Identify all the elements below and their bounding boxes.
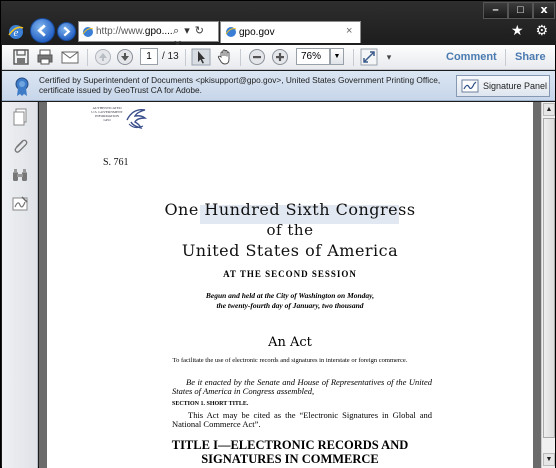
pages-panel-icon[interactable] xyxy=(11,108,29,126)
address-url: http://www.gpo.... xyxy=(96,26,173,37)
browser-window: – □ x e http://www.gpo.... ⌕ ▾ ↻ ✕ xyxy=(0,0,556,468)
begun-line-1: Begun and held at the City of Washington… xyxy=(205,291,375,300)
scroll-up-button[interactable]: ▲ xyxy=(543,103,555,116)
begun-line-2: the twenty-fourth day of January, two th… xyxy=(216,301,364,310)
toolbar-divider xyxy=(185,49,186,66)
previous-page-icon[interactable] xyxy=(94,48,112,66)
maximize-button[interactable]: □ xyxy=(508,2,533,19)
scrollbar-thumb[interactable] xyxy=(543,118,555,438)
back-button[interactable] xyxy=(30,18,55,43)
begun-and-held-text: Begun and held at the City of Washington… xyxy=(47,291,533,311)
congress-heading: One Hundred Sixth Congress xyxy=(164,200,416,219)
back-arrow-icon xyxy=(37,24,46,37)
page-number-input[interactable]: 1 xyxy=(140,48,158,65)
scroll-down-button[interactable]: ▼ xyxy=(543,453,555,466)
fit-page-icon[interactable] xyxy=(360,48,378,66)
enacting-clause: Be it enacted by the Senate and House of… xyxy=(172,377,432,396)
zoom-dropdown[interactable]: ▼ xyxy=(330,48,344,65)
print-icon[interactable] xyxy=(36,48,54,66)
section-text: This Act may be cited as the “Electronic… xyxy=(172,410,432,429)
section-heading: SECTION 1. SHORT TITLE. xyxy=(172,401,249,407)
signature-pen-icon xyxy=(461,79,479,93)
gpo-site-icon xyxy=(82,27,94,37)
signatures-panel-icon[interactable] xyxy=(11,195,29,213)
next-page-icon[interactable] xyxy=(116,48,134,66)
forward-button[interactable] xyxy=(57,22,76,41)
title-heading: TITLE I—ELECTRONIC RECORDS AND SIGNATURE… xyxy=(47,438,533,466)
vertical-scrollbar[interactable]: ▲ ▼ xyxy=(541,102,555,468)
signature-panel-label: Signature Panel xyxy=(483,81,548,91)
navigation-panel xyxy=(2,102,38,468)
gpo-site-icon xyxy=(225,27,237,37)
browser-titlebar: – □ x e http://www.gpo.... ⌕ ▾ ↻ ✕ xyxy=(1,1,556,51)
attachments-paperclip-icon[interactable] xyxy=(11,137,29,155)
email-icon[interactable] xyxy=(60,48,80,66)
select-tool-icon[interactable] xyxy=(191,48,211,66)
zoom-in-icon[interactable] xyxy=(271,48,289,66)
comment-pane-link[interactable]: Comment xyxy=(446,51,497,63)
favorites-settings-icons[interactable]: ★ ⚙ xyxy=(511,22,552,39)
address-bar[interactable]: http://www.gpo.... ⌕ ▾ ↻ ✕ xyxy=(78,21,219,51)
certificate-ribbon-icon xyxy=(15,77,29,96)
share-pane-link[interactable]: Share xyxy=(515,51,546,63)
save-icon[interactable] xyxy=(12,48,30,66)
document-viewport[interactable]: AUTHENTICATED U.S. GOVERNMENT INFORMATIO… xyxy=(39,102,541,468)
eagle-seal-icon xyxy=(126,109,148,130)
toolbar-overflow-menu[interactable]: ▾ xyxy=(384,48,394,66)
title-heading-line-2: SIGNATURES IN COMMERCE xyxy=(201,452,379,466)
toolbar-divider xyxy=(87,49,88,66)
congress-heading-country: United States of America xyxy=(181,241,399,260)
act-heading: An Act xyxy=(268,335,312,350)
toolbar-divider xyxy=(240,49,241,66)
title-heading-line-1: TITLE I—ELECTRONIC RECORDS AND xyxy=(171,438,409,452)
ie-logo-icon[interactable]: e xyxy=(7,23,25,41)
signature-panel-button[interactable]: Signature Panel xyxy=(456,75,550,97)
session-label: AT THE SECOND SESSION xyxy=(223,269,357,279)
forward-arrow-icon xyxy=(63,26,71,37)
gpo-authentication-seal: AUTHENTICATED U.S. GOVERNMENT INFORMATIO… xyxy=(85,106,148,132)
zoom-out-icon[interactable] xyxy=(248,48,266,66)
toolbar-divider xyxy=(505,49,506,66)
tab-gpo[interactable]: gpo.gov × xyxy=(220,21,361,43)
bill-number: S. 761 xyxy=(103,157,129,168)
zoom-level-input[interactable]: 76% xyxy=(296,48,330,65)
page-total: / 13 xyxy=(162,51,179,62)
congress-heading-of: of the xyxy=(266,221,314,239)
tab-title: gpo.gov xyxy=(239,27,275,38)
certificate-bar: Certified by Superintendent of Documents… xyxy=(2,71,555,101)
toolbar-divider xyxy=(353,49,354,66)
pdf-toolbar: 1 / 13 76% ▼ ▾ Comment Share xyxy=(2,45,555,70)
certificate-message: Certified by Superintendent of Documents… xyxy=(39,75,441,95)
tab-close-icon[interactable]: × xyxy=(346,25,352,37)
act-purpose: To facilitate the use of electronic reco… xyxy=(172,357,408,364)
hand-tool-icon[interactable] xyxy=(216,48,234,66)
pdf-page: AUTHENTICATED U.S. GOVERNMENT INFORMATIO… xyxy=(47,102,533,468)
close-window-button[interactable]: x xyxy=(533,2,555,19)
minimize-button[interactable]: – xyxy=(483,2,508,19)
binoculars-icon[interactable] xyxy=(11,166,29,184)
